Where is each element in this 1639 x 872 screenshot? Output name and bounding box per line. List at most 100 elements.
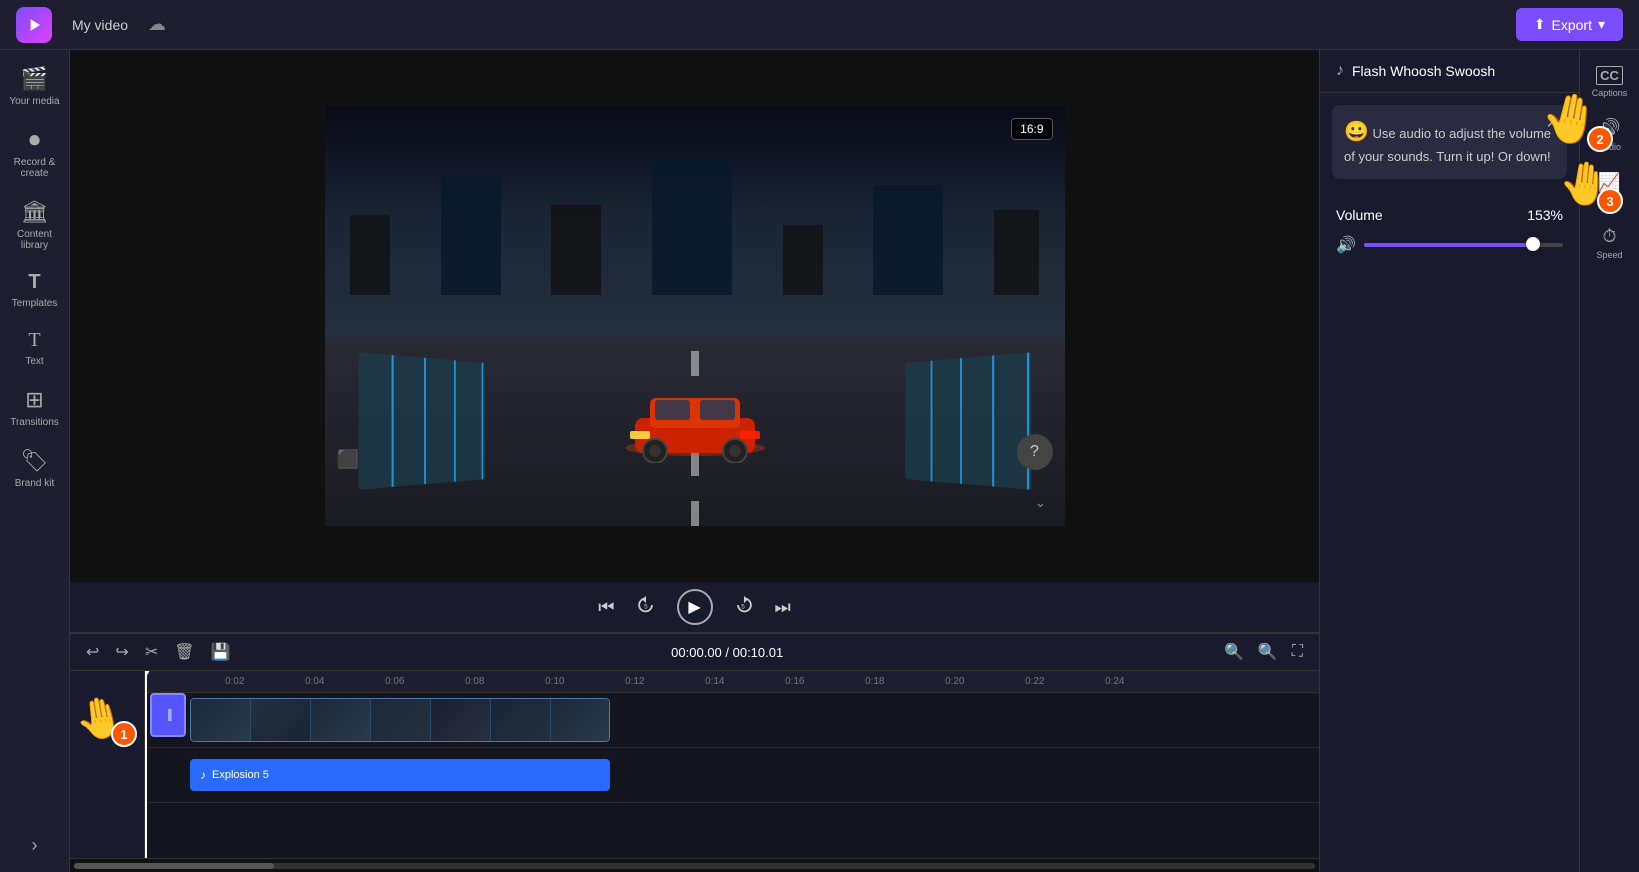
tooltip-close-button[interactable]: ✕: [1546, 113, 1559, 133]
timeline-tools: ↩ ↪ ✂ 🗑 💾: [82, 640, 234, 664]
transitions-icon: ⊞: [25, 387, 43, 413]
scroll-thumb[interactable]: [74, 863, 274, 869]
sidebar-item-speed[interactable]: ⏱ Speed: [1584, 218, 1636, 268]
timeline-area: ↩ ↪ ✂ 🗑 💾 00:00.00 / 00:10.01 🔍 🔍 ⛶: [70, 632, 1319, 872]
speed-icon: ⏱: [1602, 226, 1616, 247]
sidebar-item-your-media[interactable]: 🎬 Your media: [5, 58, 65, 115]
volume-label: Volume: [1336, 207, 1383, 223]
media-icon: 🎬: [21, 66, 48, 92]
help-button[interactable]: ?: [1017, 434, 1053, 470]
main-area: 🎬 Your media ⏺ Record &create 🏛 Contentl…: [0, 50, 1639, 872]
sidebar-item-label: Text: [25, 356, 43, 367]
project-name[interactable]: My video: [64, 13, 136, 37]
video-clip-frames: [190, 698, 610, 742]
subtitle-button[interactable]: ⬛: [337, 449, 359, 470]
audio-title: Flash Whoosh Swoosh: [1352, 63, 1495, 79]
export-chevron-icon: ▾: [1598, 16, 1605, 33]
volume-thumb[interactable]: [1526, 237, 1540, 251]
play-button[interactable]: ▶: [677, 589, 713, 625]
volume-control: 🔊: [1336, 235, 1563, 255]
collapse-sidebar-button[interactable]: ›: [24, 827, 46, 864]
ruler-tick: 0:10: [545, 676, 564, 687]
captions-icon: CC: [1596, 66, 1623, 85]
right-panel-wrapper: ♪ Flash Whoosh Swoosh 😀 Use audio to adj…: [1319, 50, 1639, 872]
zoom-out-button[interactable]: 🔍: [1220, 640, 1248, 664]
audio-label: Audio: [1598, 142, 1621, 152]
music-note-icon: ♪: [1336, 62, 1344, 80]
video-clip[interactable]: [190, 698, 610, 742]
tooltip-emoji: 😀: [1344, 121, 1369, 143]
speed-label: Speed: [1596, 250, 1622, 260]
aspect-ratio-badge: 16:9: [1011, 118, 1052, 140]
captions-label: Captions: [1592, 88, 1628, 98]
export-button[interactable]: ⬆ Export ▾: [1516, 8, 1623, 41]
sidebar-item-label: Record &create: [14, 157, 56, 179]
audio-track: ♪ Explosion 5: [145, 748, 1319, 803]
timeline-scrollbar[interactable]: [70, 858, 1319, 872]
ruler-tick: 0:20: [945, 676, 964, 687]
volume-fill: [1364, 243, 1533, 247]
save-frame-button[interactable]: 💾: [207, 640, 235, 664]
audio-panel-header: ♪ Flash Whoosh Swoosh: [1320, 50, 1579, 93]
ruler-tick: 0:16: [785, 676, 804, 687]
left-sidebar: 🎬 Your media ⏺ Record &create 🏛 Contentl…: [0, 50, 70, 872]
playhead[interactable]: [145, 671, 147, 858]
ruler-tick: 0:06: [385, 676, 404, 687]
playback-controls: ⏮ 5 ▶ 5 ⏭: [70, 582, 1319, 632]
ruler-tick: 0:18: [865, 676, 884, 687]
sidebar-item-fade[interactable]: 📈 Fade: [1584, 164, 1636, 214]
expand-timeline-button[interactable]: ⛶: [1288, 641, 1307, 663]
forward-5s-button[interactable]: 5: [733, 594, 755, 621]
delete-button[interactable]: 🗑: [170, 640, 198, 664]
volume-header: Volume 153%: [1336, 207, 1563, 223]
undo-button[interactable]: ↩: [82, 640, 103, 664]
volume-section: Volume 153% 🔊: [1320, 191, 1579, 271]
text-icon: T: [28, 329, 40, 352]
tooltip-text: Use audio to adjust the volume of your s…: [1344, 126, 1551, 164]
audio-tooltip: 😀 Use audio to adjust the volume of your…: [1332, 105, 1567, 179]
svg-text:5: 5: [644, 603, 648, 610]
preview-area: 16:9 ⬛ ? ⌄: [70, 50, 1319, 582]
ruler-tick: 0:14: [705, 676, 724, 687]
cut-button[interactable]: ✂: [141, 640, 162, 664]
selected-clip-handle[interactable]: ▐: [150, 693, 186, 737]
sidebar-item-record-create[interactable]: ⏺ Record &create: [5, 119, 65, 187]
export-icon: ⬆: [1534, 16, 1546, 33]
ruler-tick: 0:24: [1105, 676, 1124, 687]
volume-slider[interactable]: [1364, 243, 1563, 247]
library-icon: 🏛: [21, 199, 49, 225]
volume-icon: 🔊: [1336, 235, 1356, 255]
ruler-tick: 0:08: [465, 676, 484, 687]
sidebar-item-label: Transitions: [10, 417, 59, 428]
ruler-tick: 0:04: [305, 676, 324, 687]
sidebar-item-label: Contentlibrary: [17, 229, 52, 251]
back-5s-button[interactable]: 5: [635, 594, 657, 621]
skip-end-button[interactable]: ⏭: [775, 597, 791, 618]
cloud-icon: ☁: [148, 14, 166, 35]
time-display: 00:00.00 / 00:10.01: [671, 645, 783, 660]
sidebar-item-text[interactable]: T Text: [5, 321, 65, 375]
audio-icon: 🔊: [1598, 118, 1620, 139]
scroll-track[interactable]: [74, 863, 1315, 869]
redo-button[interactable]: ↪: [111, 640, 132, 664]
sidebar-item-templates[interactable]: T Templates: [5, 263, 65, 317]
sidebar-item-captions[interactable]: CC Captions: [1584, 58, 1636, 106]
skip-start-button[interactable]: ⏮: [598, 597, 614, 618]
zoom-controls: 🔍 🔍 ⛶: [1220, 640, 1307, 664]
app-logo: [16, 7, 52, 43]
sidebar-item-audio[interactable]: 🔊 Audio: [1584, 110, 1636, 160]
audio-clip[interactable]: ♪ Explosion 5: [190, 759, 610, 791]
sidebar-item-content-library[interactable]: 🏛 Contentlibrary: [5, 191, 65, 259]
sidebar-item-brand-kit[interactable]: 🏷 Brand kit: [5, 440, 65, 497]
fade-icon: 📈: [1598, 172, 1620, 193]
play-icon: ▶: [688, 597, 700, 617]
sidebar-item-transitions[interactable]: ⊞ Transitions: [5, 379, 65, 436]
zoom-in-button[interactable]: 🔍: [1254, 640, 1282, 664]
sidebar-item-label: Your media: [9, 96, 59, 107]
sidebar-item-label: Brand kit: [15, 478, 54, 489]
preview-collapse-button[interactable]: ⌄: [1029, 490, 1053, 514]
audio-note-icon: ♪: [200, 768, 206, 782]
svg-text:5: 5: [741, 603, 745, 610]
ruler-tick: 0:12: [625, 676, 644, 687]
ruler-tick: 0:02: [225, 676, 244, 687]
